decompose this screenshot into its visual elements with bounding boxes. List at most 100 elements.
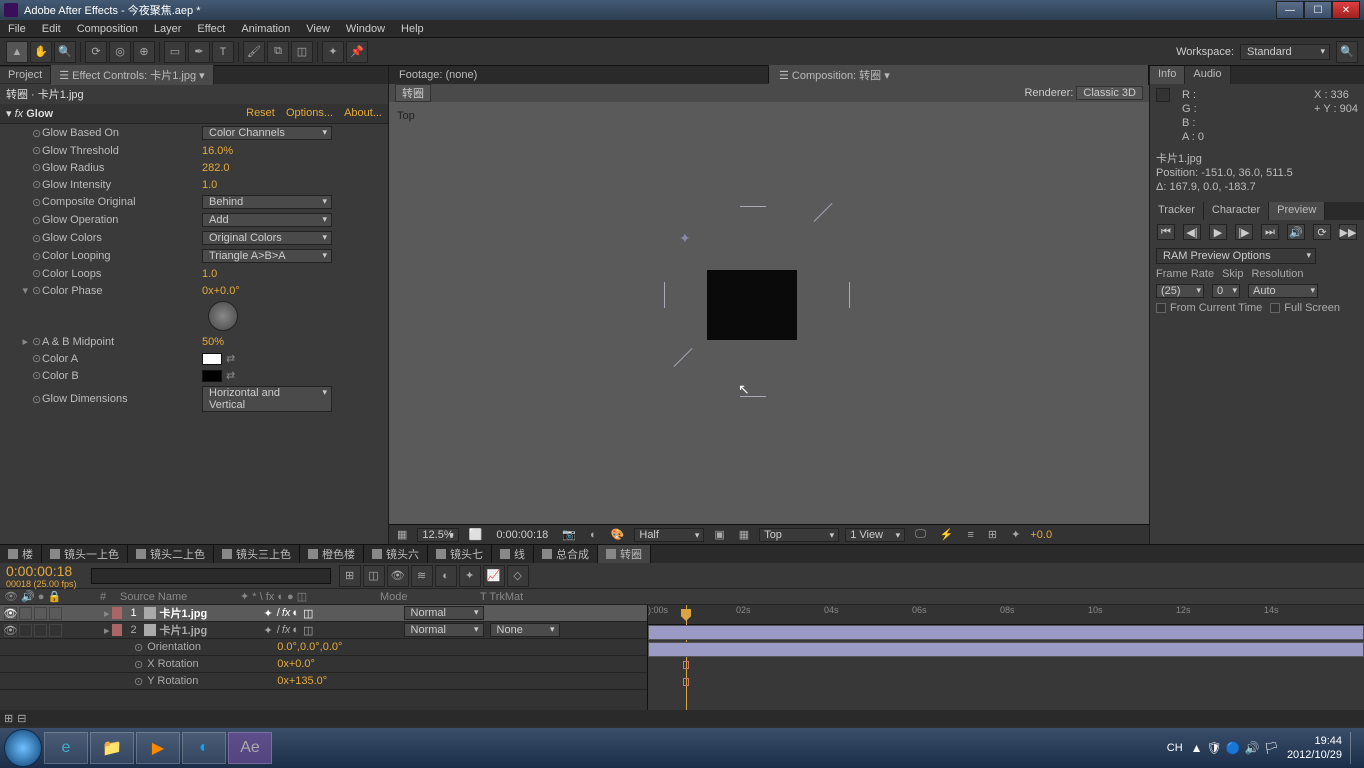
next-frame-button[interactable]: |▶ [1235, 224, 1253, 240]
brush-tool[interactable]: 🖌 [243, 41, 265, 63]
toggle-switches-icon[interactable]: ⊞ [4, 712, 13, 725]
taskbar-ie-icon[interactable]: e [44, 732, 88, 764]
layer-bar-1[interactable] [648, 625, 1364, 640]
fast-preview-icon[interactable]: ⚡ [936, 528, 958, 541]
framerate-dropdown[interactable]: (25) [1156, 284, 1204, 298]
snapshot-icon[interactable]: 📷 [558, 528, 580, 541]
tab-effect-controls[interactable]: ☰ Effect Controls: 卡片1.jpg ▾ [51, 65, 213, 85]
prop-value[interactable]: 0x+135.0° [277, 675, 327, 687]
timeline-tab[interactable]: 镜头一上色 [42, 545, 128, 563]
layer-bar-2[interactable] [648, 642, 1364, 657]
mode-dropdown[interactable]: Normal [404, 606, 484, 620]
keyframe-icon[interactable] [683, 678, 689, 686]
flowchart-icon[interactable]: ⊞ [984, 528, 1001, 541]
ram-preview-dropdown[interactable]: RAM Preview Options [1156, 248, 1316, 264]
draft3d-icon[interactable]: ◫ [363, 565, 385, 587]
selection-tool[interactable]: ▲ [6, 41, 28, 63]
menu-effect[interactable]: Effect [197, 23, 225, 35]
exposure-value[interactable]: +0.0 [1030, 529, 1052, 541]
rotate-tool[interactable]: ⟳ [85, 41, 107, 63]
tab-footage[interactable]: Footage: (none) [389, 67, 769, 83]
timeline-tab[interactable]: 转圈 [598, 545, 651, 563]
shy-icon[interactable]: 👁 [387, 565, 409, 587]
ram-preview-button[interactable]: ▶▶ [1339, 224, 1357, 240]
prop-dropdown[interactable]: Behind [202, 195, 332, 209]
effect-options[interactable]: Options... [286, 107, 333, 119]
timeline-search-input[interactable] [91, 568, 331, 584]
skip-dropdown[interactable]: 0 [1212, 284, 1240, 298]
zoom-tool[interactable]: 🔍 [54, 41, 76, 63]
exposure-reset-icon[interactable]: ✦ [1007, 528, 1024, 541]
menu-edit[interactable]: Edit [42, 23, 61, 35]
phase-knob[interactable] [208, 301, 238, 331]
keyframe-icon[interactable] [683, 661, 689, 669]
effect-about[interactable]: About... [344, 107, 382, 119]
menu-layer[interactable]: Layer [154, 23, 182, 35]
rect-tool[interactable]: ▭ [164, 41, 186, 63]
tab-composition[interactable]: ☰ Composition: 转圈 ▾ [769, 65, 1149, 85]
view-dropdown[interactable]: Top [759, 528, 839, 542]
menu-animation[interactable]: Animation [241, 23, 290, 35]
layer-row[interactable]: 👁 ▸ 2 卡片1.jpg ✦ /fx◐◫ Normal None [0, 622, 647, 639]
comp-name-button[interactable]: 转圈 [395, 84, 431, 102]
ime-indicator[interactable]: CH [1167, 742, 1183, 754]
channel-icon[interactable]: ◐ [586, 529, 601, 541]
tray-network-icon[interactable]: 🔵 [1226, 741, 1241, 755]
prev-frame-button[interactable]: ◀| [1183, 224, 1201, 240]
start-button[interactable] [4, 729, 42, 767]
preview-res-dropdown[interactable]: Auto [1248, 284, 1318, 298]
prop-value[interactable]: 50% [202, 336, 224, 348]
timeline-icon[interactable]: ≡ [964, 529, 978, 541]
effect-reset[interactable]: Reset [246, 107, 275, 119]
timeline-tab[interactable]: 镜头六 [364, 545, 428, 563]
minimize-button[interactable]: — [1276, 1, 1304, 19]
loop-button[interactable]: ⟳ [1313, 224, 1331, 240]
taskbar-ae-icon[interactable]: Ae [228, 732, 272, 764]
eraser-tool[interactable]: ◫ [291, 41, 313, 63]
menu-window[interactable]: Window [346, 23, 385, 35]
renderer-button[interactable]: Classic 3D [1076, 86, 1143, 100]
last-frame-button[interactable]: ⏭ [1261, 224, 1279, 240]
search-help-icon[interactable]: 🔍 [1336, 41, 1358, 63]
color-swatch[interactable] [202, 370, 222, 382]
timeline-time[interactable]: 0:00:00:18 [6, 563, 77, 579]
prop-dropdown[interactable]: Add [202, 213, 332, 227]
mode-dropdown[interactable]: Normal [404, 623, 484, 637]
prop-value[interactable]: 0x+0.0° [202, 285, 240, 297]
audio-button[interactable]: 🔊 [1287, 224, 1305, 240]
prop-value[interactable]: 0.0°,0.0°,0.0° [277, 641, 342, 653]
res-icon[interactable]: ⬜ [465, 528, 487, 541]
tray-volume-icon[interactable]: 🔊 [1245, 741, 1260, 755]
timeline-tab[interactable]: 总合成 [534, 545, 598, 563]
puppet-tool[interactable]: 📌 [346, 41, 368, 63]
trkmat-dropdown[interactable]: None [490, 623, 560, 637]
viewport[interactable]: Top ✦ ↖ [389, 102, 1149, 524]
tab-info[interactable]: Info [1150, 66, 1185, 84]
tab-tracker[interactable]: Tracker [1150, 202, 1204, 220]
toggle-modes-icon[interactable]: ⊟ [17, 712, 26, 725]
tab-audio[interactable]: Audio [1185, 66, 1230, 84]
pen-tool[interactable]: ✒ [188, 41, 210, 63]
from-current-time-checkbox[interactable]: From Current Time [1156, 302, 1262, 314]
timeline-tab[interactable]: 橙色楼 [300, 545, 364, 563]
taskbar-explorer-icon[interactable]: 📁 [90, 732, 134, 764]
layer-row[interactable]: 👁 ▸ 1 卡片1.jpg ✦ /fx◐◫ Normal [0, 605, 647, 622]
views-count-dropdown[interactable]: 1 View [845, 528, 905, 542]
roto-tool[interactable]: ✦ [322, 41, 344, 63]
show-desktop-button[interactable] [1350, 732, 1360, 764]
graph-editor-icon[interactable]: 📈 [483, 565, 505, 587]
timeline-tab[interactable]: 镜头三上色 [214, 545, 300, 563]
timeline-tab[interactable]: 线 [492, 545, 534, 563]
menu-view[interactable]: View [306, 23, 330, 35]
frame-blend-icon[interactable]: ≋ [411, 565, 433, 587]
first-frame-button[interactable]: ⏮ [1157, 224, 1175, 240]
grid-icon[interactable]: ▦ [393, 528, 411, 541]
menu-file[interactable]: File [8, 23, 26, 35]
tab-project[interactable]: Project [0, 67, 51, 83]
color-mgmt-icon[interactable]: 🎨 [607, 528, 629, 541]
play-button[interactable]: ▶ [1209, 224, 1227, 240]
zoom-dropdown[interactable]: 12.5% [417, 528, 458, 542]
taskbar-clock[interactable]: 19:44 2012/10/29 [1287, 734, 1342, 762]
prop-value[interactable]: 0x+0.0° [277, 658, 315, 670]
maximize-button[interactable]: ☐ [1304, 1, 1332, 19]
